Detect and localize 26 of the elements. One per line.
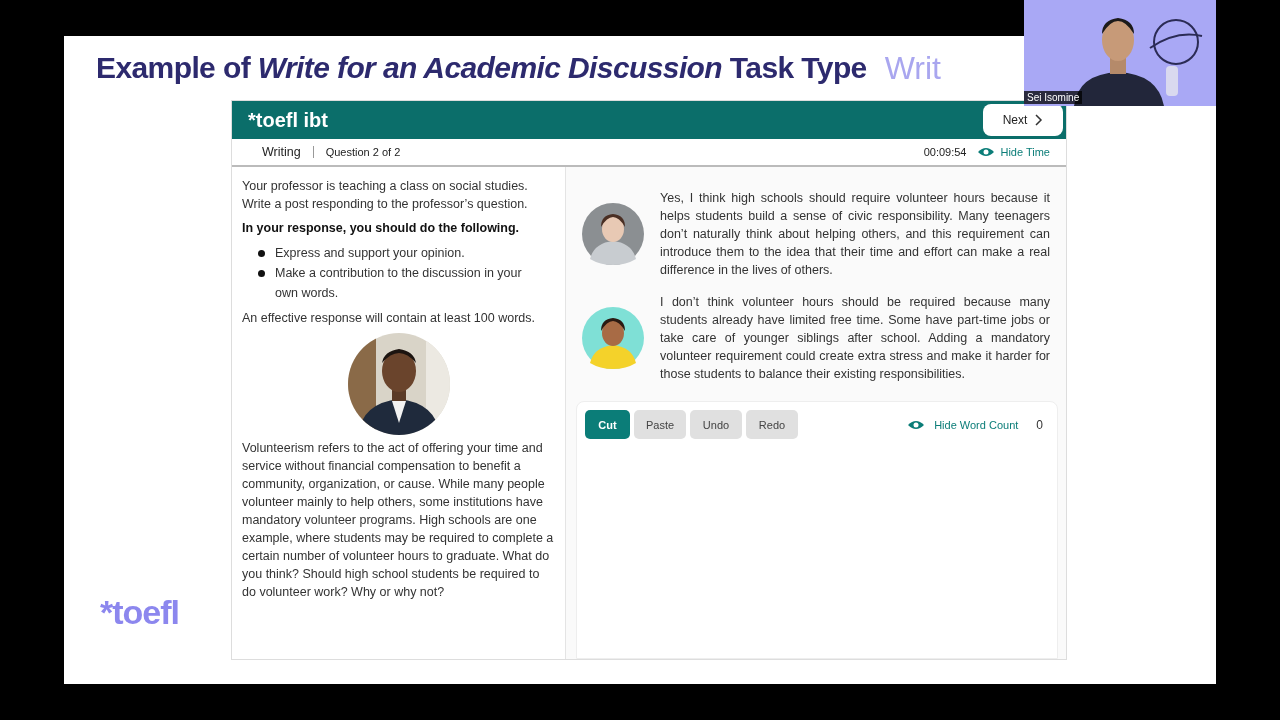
prompt-intro: Your professor is teaching a class on social studies. Write a post responding to the professor’s question. — [242, 178, 529, 213]
eye-icon — [978, 147, 995, 157]
instruction-text: In your response, you should do the following. — [242, 220, 521, 237]
discussion-question: Volunteerism refers to the act of offering your time and service without financial compensation to benefit a community, organization, or cause. While many people volunteer mainly to help others, some institutions have mandatory volunteer programs. High schools are one example, where students may be required to complete a certain number of volunteer hours to graduate. What do you think? Should high school students be required to do volunteer work? Why or why not? — [242, 440, 555, 601]
bullet-text: Make a contribution to the discussion in your own words. — [275, 265, 523, 302]
section-label: Writing — [262, 145, 301, 159]
bullet-text: Express and support your opinion. — [275, 245, 465, 262]
word-requirement: An effective response will contain at least 100 words. — [242, 310, 536, 327]
brand-logo: *toefl ibt — [248, 108, 328, 132]
bullet-icon — [258, 270, 265, 277]
timer: 00:09:54 — [923, 146, 967, 158]
student-post: Yes, I think high schools should require volunteer hours because it helps students build a sense of civic responsibility. Many teenagers don’t naturally think about helping others, and this requirement can introduce them to the idea that their time and effort can make a real difference in the lives of others. — [660, 190, 1050, 279]
hide-word-count-link[interactable]: Hide Word Count — [934, 418, 1019, 431]
question-counter: Question 2 of 2 — [325, 146, 401, 158]
bullet-icon — [258, 250, 265, 257]
student-post: I don’t think volunteer hours should be required because many students already have limited free time. Some have part-time jobs or take care of younger siblings after school. Adding a mandatory volunteer requirement could create extra stress and make it harder for those students to balance their existing responsibilities. — [660, 294, 1050, 383]
slide-title: Example of Write for an Academic Discussion Task Type — [96, 51, 867, 85]
next-button[interactable]: Next — [983, 104, 1063, 136]
logo: *toefl — [100, 593, 179, 632]
word-count: 0 — [1036, 417, 1043, 432]
eye-icon — [908, 419, 925, 430]
hide-time-link[interactable]: Hide Time — [1000, 146, 1050, 158]
slide-title-partial: Writ — [884, 49, 941, 87]
chevron-right-icon — [1035, 114, 1044, 126]
participant-name: Sei Isomine — [1024, 91, 1083, 104]
edit-button[interactable]: Cut — [585, 410, 630, 439]
